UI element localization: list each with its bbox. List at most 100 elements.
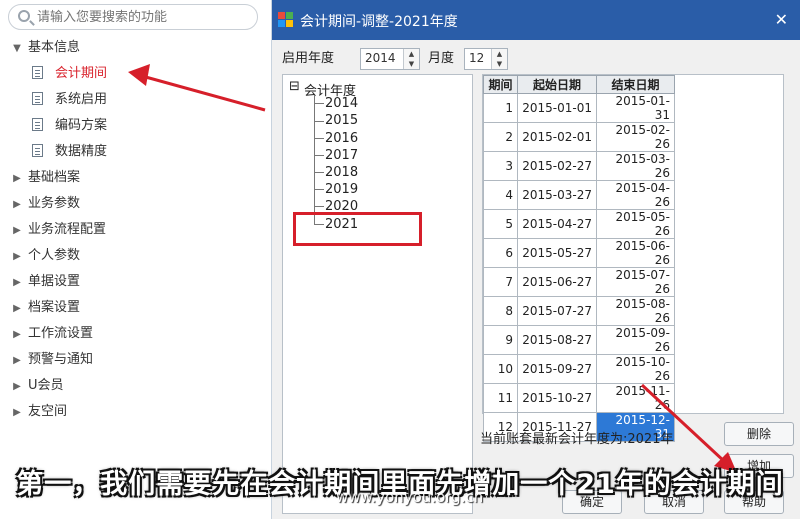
period-number-cell[interactable]: 4 (483, 180, 518, 210)
document-icon (32, 118, 43, 131)
end-date-cell[interactable]: 2015-05-26 (596, 209, 675, 239)
month-stepper[interactable]: 12 ▲ ▼ (464, 48, 508, 70)
start-date-cell[interactable]: 2015-02-27 (517, 151, 597, 181)
sidebar-group-personal-params[interactable]: ▶ 个人参数 (0, 244, 80, 268)
chevron-down-icon[interactable]: ▼ (492, 59, 507, 69)
table-row[interactable]: 11 2015-10-27 2015-11-26 (483, 383, 675, 413)
close-icon[interactable]: ✕ (775, 10, 788, 29)
period-number-cell[interactable]: 8 (483, 296, 518, 326)
item-label: 数据精度 (55, 144, 108, 159)
document-icon (32, 66, 43, 79)
table-row[interactable]: 8 2015-07-27 2015-08-26 (483, 296, 675, 326)
sidebar-item-system-enable[interactable]: 系统启用 (32, 88, 107, 112)
period-number-cell[interactable]: 11 (483, 383, 518, 413)
sidebar-group-basic-info[interactable]: ▼ 基本信息 (0, 36, 80, 60)
start-date-cell[interactable]: 2015-06-27 (517, 267, 597, 297)
tree-year-item[interactable]: 2019 (325, 182, 358, 197)
period-number-cell[interactable]: 2 (483, 122, 518, 152)
table-row[interactable]: 3 2015-02-27 2015-03-26 (483, 151, 675, 181)
end-date-cell[interactable]: 2015-03-26 (596, 151, 675, 181)
group-label: U会员 (28, 378, 64, 393)
month-value: 12 (469, 51, 485, 65)
search-input[interactable] (37, 8, 247, 26)
chevron-right-icon: ▶ (13, 173, 21, 184)
start-date-cell[interactable]: 2015-03-27 (517, 180, 597, 210)
period-number-cell[interactable]: 6 (483, 238, 518, 268)
end-date-cell[interactable]: 2015-02-26 (596, 122, 675, 152)
sidebar-group-friend-space[interactable]: ▶ 友空间 (0, 400, 67, 424)
sidebar-group-basic-archives[interactable]: ▶ 基础档案 (0, 166, 80, 190)
stepper-buttons[interactable]: ▲ ▼ (403, 49, 419, 69)
sidebar-group-process-config[interactable]: ▶ 业务流程配置 (0, 218, 106, 242)
table-row[interactable]: 9 2015-08-27 2015-09-26 (483, 325, 675, 355)
delete-button[interactable]: 删除 (724, 422, 794, 446)
sidebar-item-coding-scheme[interactable]: 编码方案 (32, 114, 107, 138)
period-number-cell[interactable]: 9 (483, 325, 518, 355)
settings-sidebar: ▼ 基本信息 会计期间 系统启用 编码方案 数据精度 ▶ 基础档案 ▶ 业务参数 ▶ 业… (0, 0, 272, 519)
month-label: 月度 (428, 51, 455, 66)
group-label: 工作流设置 (28, 326, 94, 341)
tree-year-item[interactable]: 2017 (325, 148, 358, 163)
chevron-down-icon[interactable]: ▼ (404, 59, 419, 69)
group-label: 业务流程配置 (28, 222, 107, 237)
period-number-cell[interactable]: 1 (483, 93, 518, 123)
end-date-cell[interactable]: 2015-01-31 (596, 93, 675, 123)
accounting-period-dialog: 会计期间-调整-2021年度 ✕ 启用年度 2014 ▲ ▼ 月度 12 ▲ ▼ ⊟… (272, 0, 800, 519)
tree-year-item[interactable]: 2015 (325, 113, 358, 128)
stepper-buttons[interactable]: ▲ ▼ (491, 49, 507, 69)
table-row[interactable]: 5 2015-04-27 2015-05-26 (483, 209, 675, 239)
period-number-cell[interactable]: 7 (483, 267, 518, 297)
start-date-cell[interactable]: 2015-04-27 (517, 209, 597, 239)
period-number-cell[interactable]: 5 (483, 209, 518, 239)
annotation-highlight-box (293, 212, 422, 246)
end-date-cell[interactable]: 2015-10-26 (596, 354, 675, 384)
end-date-cell[interactable]: 2015-07-26 (596, 267, 675, 297)
sidebar-group-u-member[interactable]: ▶ U会员 (0, 374, 64, 398)
end-date-cell[interactable]: 2015-08-26 (596, 296, 675, 326)
start-date-cell[interactable]: 2015-05-27 (517, 238, 597, 268)
table-row[interactable]: 1 2015-01-01 2015-01-31 (483, 93, 675, 123)
column-header[interactable]: 期间 (483, 75, 518, 94)
group-label: 单据设置 (28, 274, 81, 289)
end-date-cell[interactable]: 2015-11-26 (596, 383, 675, 413)
group-label: 档案设置 (28, 300, 81, 315)
tree-year-item[interactable]: 2016 (325, 131, 358, 146)
chevron-up-icon[interactable]: ▲ (404, 49, 419, 59)
fiscal-year-tree: ⊟ 会计年度 2014 2015 2016 2017 2018 2019 202… (282, 74, 473, 514)
column-header[interactable]: 起始日期 (517, 75, 597, 94)
chevron-up-icon[interactable]: ▲ (492, 49, 507, 59)
end-date-cell[interactable]: 2015-04-26 (596, 180, 675, 210)
start-date-cell[interactable]: 2015-01-01 (517, 93, 597, 123)
table-row[interactable]: 7 2015-06-27 2015-07-26 (483, 267, 675, 297)
table-row[interactable]: 4 2015-03-27 2015-04-26 (483, 180, 675, 210)
sidebar-group-archive-settings[interactable]: ▶ 档案设置 (0, 296, 80, 320)
start-date-cell[interactable]: 2015-10-27 (517, 383, 597, 413)
start-date-cell[interactable]: 2015-02-01 (517, 122, 597, 152)
period-number-cell[interactable]: 10 (483, 354, 518, 384)
start-date-cell[interactable]: 2015-07-27 (517, 296, 597, 326)
end-date-cell[interactable]: 2015-06-26 (596, 238, 675, 268)
start-year-stepper[interactable]: 2014 ▲ ▼ (360, 48, 420, 70)
group-label: 基础档案 (28, 170, 81, 185)
table-row[interactable]: 10 2015-09-27 2015-10-26 (483, 354, 675, 384)
tree-year-item[interactable]: 2018 (325, 165, 358, 180)
sidebar-group-alerts[interactable]: ▶ 预警与通知 (0, 348, 93, 372)
period-number-cell[interactable]: 3 (483, 151, 518, 181)
sidebar-group-business-params[interactable]: ▶ 业务参数 (0, 192, 80, 216)
table-row[interactable]: 6 2015-05-27 2015-06-26 (483, 238, 675, 268)
column-header[interactable]: 结束日期 (596, 75, 675, 94)
tree-year-item[interactable]: 2014 (325, 96, 358, 111)
chevron-down-icon: ▼ (13, 43, 21, 54)
sidebar-group-document-settings[interactable]: ▶ 单据设置 (0, 270, 80, 294)
tree-collapse-icon[interactable]: ⊟ (289, 79, 300, 94)
sidebar-item-accounting-period[interactable]: 会计期间 (32, 62, 107, 86)
end-date-cell[interactable]: 2015-09-26 (596, 325, 675, 355)
sidebar-group-workflow-settings[interactable]: ▶ 工作流设置 (0, 322, 93, 346)
start-date-cell[interactable]: 2015-08-27 (517, 325, 597, 355)
group-label: 业务参数 (28, 196, 81, 211)
sidebar-item-data-precision[interactable]: 数据精度 (32, 140, 107, 164)
dialog-titlebar: 会计期间-调整-2021年度 ✕ (272, 0, 800, 40)
start-date-cell[interactable]: 2015-09-27 (517, 354, 597, 384)
search-box[interactable] (8, 4, 258, 30)
table-row[interactable]: 2 2015-02-01 2015-02-26 (483, 122, 675, 152)
